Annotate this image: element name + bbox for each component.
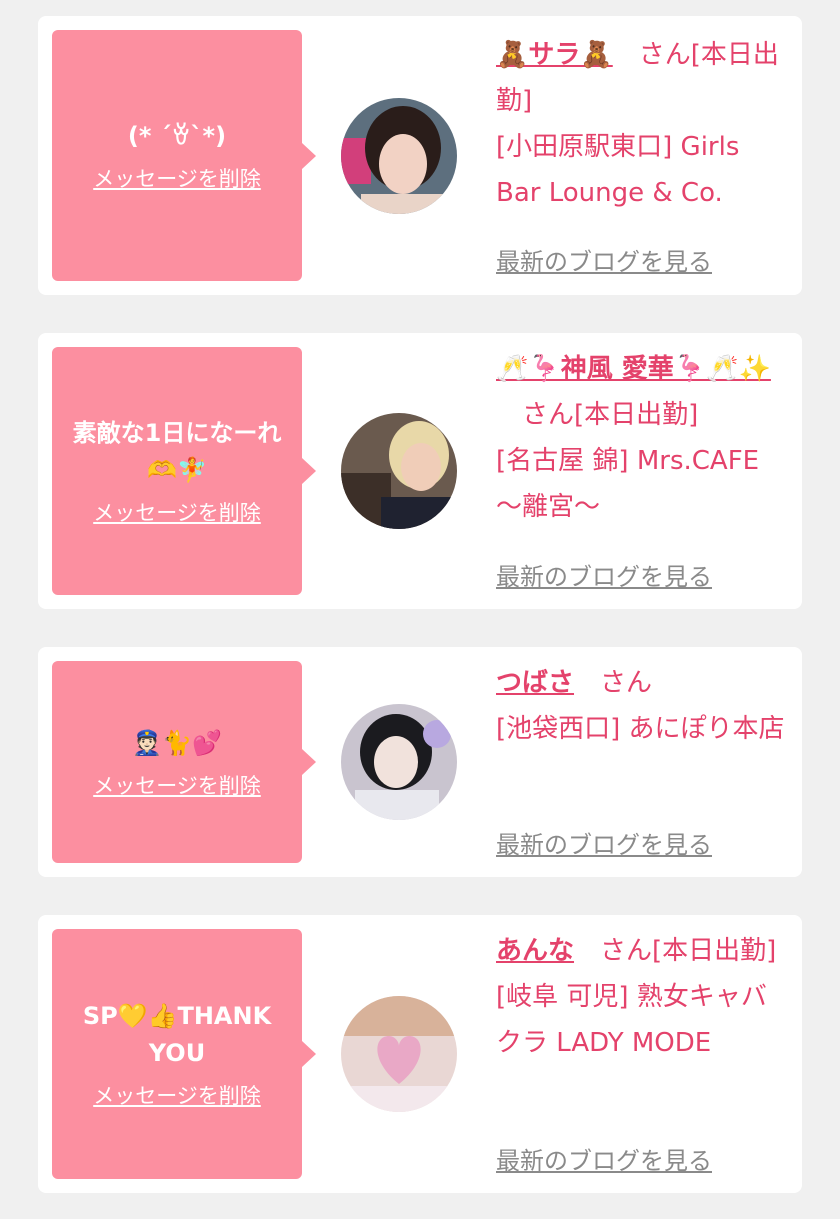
cast-name-link[interactable]: 🥂🦩神風 愛華🦩🥂✨ <box>496 354 771 384</box>
latest-blog-link[interactable]: 最新のブログを見る <box>496 557 712 592</box>
honorific-status: さん <box>600 668 653 698</box>
avatar-photo <box>341 98 457 214</box>
cast-info: 🧸サラ🧸 さん[本日出勤] [小田原駅東口] Girls Bar Lounge &… <box>496 32 788 216</box>
message-bubble: 👮🏻🐈💕 メッセージを削除 <box>52 661 316 863</box>
honorific-status: さん[本日出勤] <box>522 400 699 430</box>
message-text: (* ´ꈊ`*) <box>127 122 227 150</box>
message-bubble: (* ´ꈊ`*) メッセージを削除 <box>52 30 316 281</box>
avatar[interactable] <box>341 98 457 214</box>
shop-name: [小田原駅東口] Girls Bar Lounge & Co. <box>496 132 740 208</box>
avatar[interactable] <box>341 413 457 529</box>
delete-message-link[interactable]: メッセージを削除 <box>93 163 261 193</box>
avatar[interactable] <box>341 996 457 1112</box>
latest-blog-link[interactable]: 最新のブログを見る <box>496 242 712 277</box>
cast-name-link[interactable]: つばさ <box>496 668 574 698</box>
message-bubble: 素敵な1日になーれ🫶🧚 メッセージを削除 <box>52 347 316 595</box>
delete-message-link[interactable]: メッセージを削除 <box>93 497 261 527</box>
message-text: 素敵な1日になーれ🫶🧚 <box>72 419 282 484</box>
shop-name: [名古屋 錦] Mrs.CAFE 〜離宮〜 <box>496 446 760 522</box>
latest-blog-link[interactable]: 最新のブログを見る <box>496 1141 712 1176</box>
message-card: (* ´ꈊ`*) メッセージを削除 🧸サラ🧸 さん[本日出勤] [小田原駅東口] … <box>38 16 802 295</box>
cast-name-link[interactable]: あんな <box>496 936 574 966</box>
message-card: 👮🏻🐈💕 メッセージを削除 つばさ さん [池袋西口] あにぽり本店 最新のブログ… <box>38 647 802 877</box>
message-card: SP💛👍THANK YOU メッセージを削除 あんな さん[本日出勤] [岐阜 可… <box>38 915 802 1193</box>
honorific-status: さん[本日出勤] <box>600 936 777 966</box>
cast-info: あんな さん[本日出勤] [岐阜 可児] 熟女キャバクラ LADY MODE <box>496 928 788 1066</box>
latest-blog-link[interactable]: 最新のブログを見る <box>496 825 712 860</box>
cast-info: つばさ さん [池袋西口] あにぽり本店 <box>496 660 788 752</box>
message-bubble: SP💛👍THANK YOU メッセージを削除 <box>52 929 316 1179</box>
shop-name: [岐阜 可児] 熟女キャバクラ LADY MODE <box>496 982 767 1058</box>
avatar-photo <box>341 996 457 1112</box>
avatar[interactable] <box>341 704 457 820</box>
avatar-photo <box>341 413 457 529</box>
delete-message-link[interactable]: メッセージを削除 <box>93 1080 261 1110</box>
message-list: (* ´ꈊ`*) メッセージを削除 🧸サラ🧸 さん[本日出勤] [小田原駅東口] … <box>0 0 840 1219</box>
message-text: 👮🏻🐈💕 <box>132 728 222 757</box>
cast-name-link[interactable]: 🧸サラ🧸 <box>496 40 613 70</box>
cast-info: 🥂🦩神風 愛華🦩🥂✨ さん[本日出勤] [名古屋 錦] Mrs.CAFE 〜離宮〜 <box>496 346 788 530</box>
avatar-photo <box>341 704 457 820</box>
delete-message-link[interactable]: メッセージを削除 <box>93 770 261 800</box>
message-text: SP💛👍THANK YOU <box>82 1002 272 1067</box>
message-card: 素敵な1日になーれ🫶🧚 メッセージを削除 🥂🦩神風 愛華🦩🥂✨ さん[本日出勤] … <box>38 333 802 609</box>
shop-name: [池袋西口] あにぽり本店 <box>496 714 785 744</box>
